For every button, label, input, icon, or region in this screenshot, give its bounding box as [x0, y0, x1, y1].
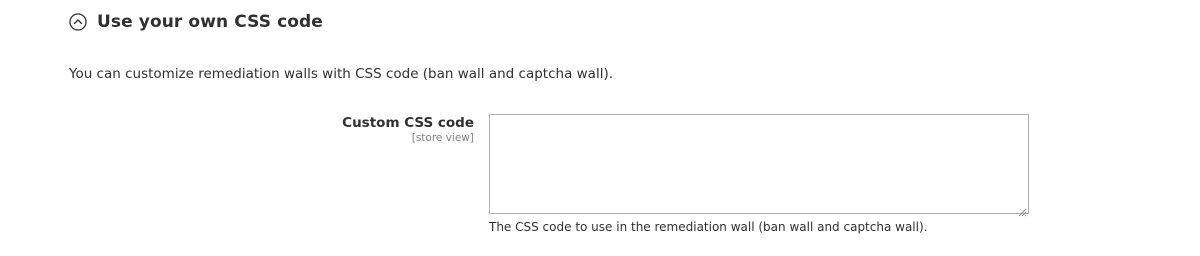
config-page: Use your own CSS code You can customize … [0, 0, 1200, 256]
chevron-up-circle-icon[interactable] [69, 13, 87, 31]
field-note: The CSS code to use in the remediation w… [489, 220, 928, 234]
custom-css-label: Custom CSS code [342, 115, 474, 131]
custom-css-textarea[interactable] [489, 114, 1029, 214]
field-label-group: Custom CSS code [store view] [342, 115, 474, 144]
scope-label: [store view] [411, 132, 474, 144]
section-header[interactable]: Use your own CSS code [69, 12, 323, 32]
section-description: You can customize remediation walls with… [69, 66, 614, 82]
resize-handle-icon[interactable] [1017, 202, 1027, 217]
section-title[interactable]: Use your own CSS code [97, 12, 323, 32]
custom-css-field [489, 114, 1029, 217]
